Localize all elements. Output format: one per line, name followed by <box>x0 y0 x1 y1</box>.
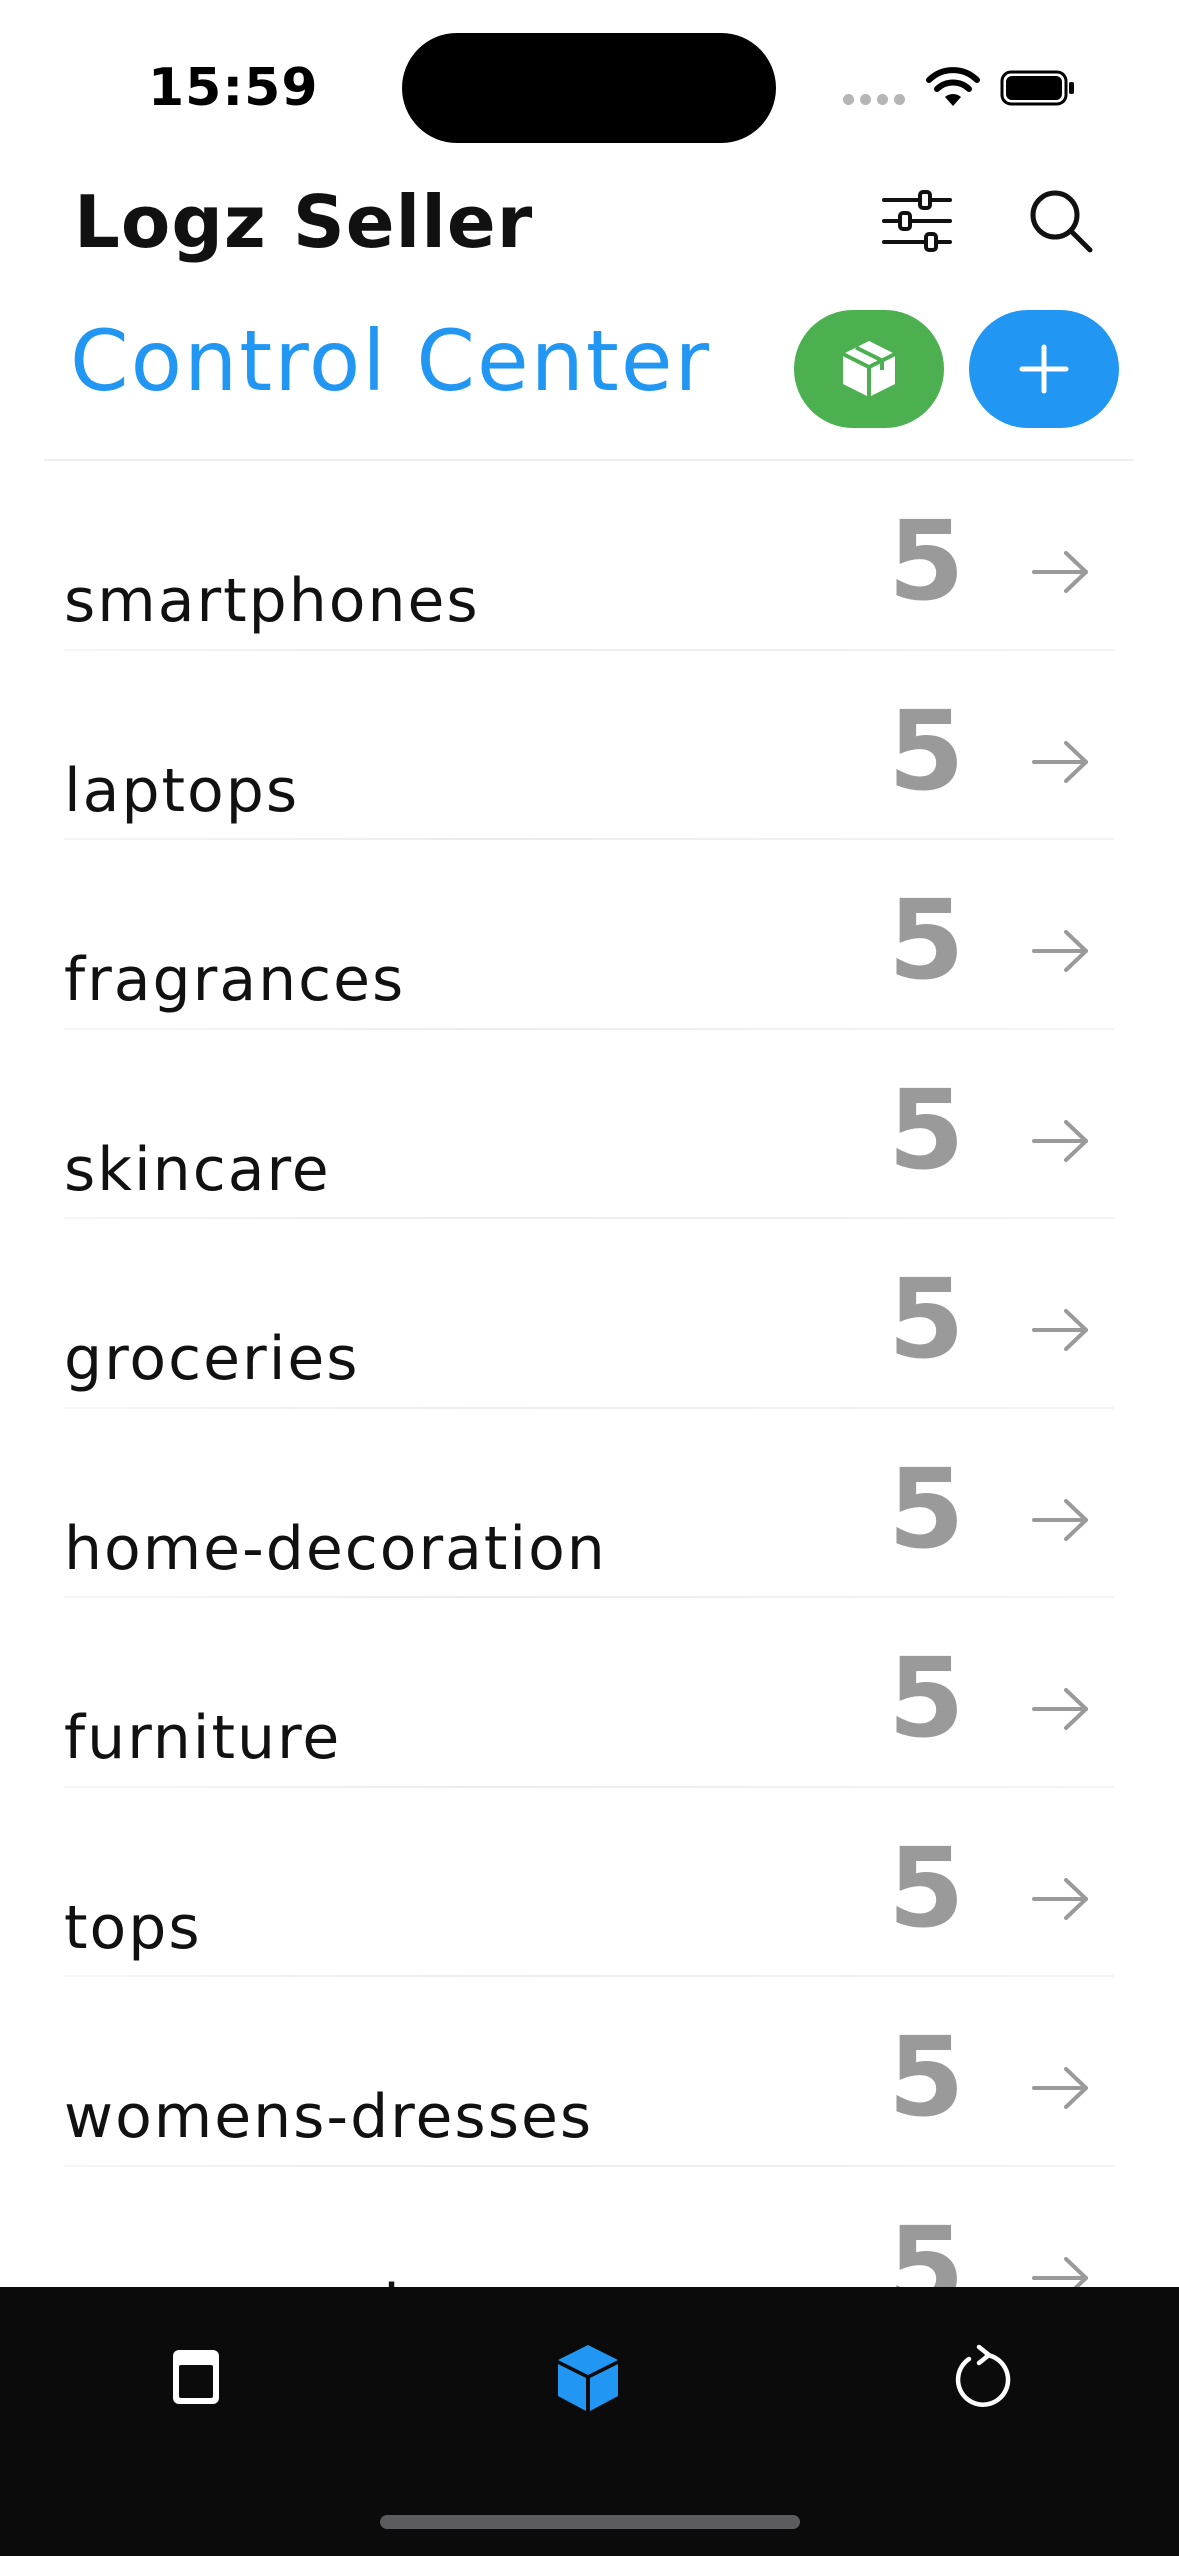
refresh-icon <box>955 2344 1011 2407</box>
tab-products[interactable] <box>548 2337 628 2417</box>
tab-catalog[interactable] <box>156 2337 236 2417</box>
category-list: smartphones 5 laptops 5 fragrances 5 ski… <box>0 461 1179 2287</box>
category-count: 5 <box>888 1823 965 1952</box>
package-icon <box>842 341 896 397</box>
arrow-right-icon <box>1032 1309 1088 1351</box>
tab-history[interactable] <box>941 2337 1021 2417</box>
category-row-laptops[interactable]: laptops 5 <box>0 651 1179 840</box>
category-count: 5 <box>888 1255 965 1383</box>
arrow-right-icon <box>1032 551 1088 593</box>
plus-icon <box>1019 344 1069 394</box>
arrow-right-icon <box>1032 1877 1088 1920</box>
category-row-home-decoration[interactable]: home-decoration 5 <box>0 1409 1179 1598</box>
category-count: 5 <box>888 686 965 815</box>
arrow-right-icon <box>1032 2067 1088 2109</box>
add-button[interactable] <box>969 310 1119 428</box>
category-row-womens-shoes[interactable]: womens-shoes 5 <box>0 2167 1179 2288</box>
arrow-right-icon <box>1032 740 1088 783</box>
category-name: womens-dresses <box>64 2082 594 2152</box>
category-name: home-decoration <box>64 1513 607 1584</box>
arrow-right-icon <box>1032 1688 1088 1730</box>
category-row-groceries[interactable]: groceries 5 <box>0 1219 1179 1409</box>
products-button[interactable] <box>794 310 944 428</box>
cube-icon <box>558 2345 618 2411</box>
category-count: 5 <box>888 1065 965 1194</box>
arrow-right-icon <box>1032 930 1088 972</box>
category-name: groceries <box>64 1324 360 1394</box>
category-count: 5 <box>888 2013 965 2141</box>
sliders-icon <box>882 190 952 252</box>
category-row-womens-dresses[interactable]: womens-dresses 5 <box>0 1977 1179 2167</box>
category-count: 5 <box>888 876 965 1004</box>
category-row-skincare[interactable]: skincare 5 <box>0 1030 1179 1219</box>
wifi-icon <box>926 67 980 106</box>
category-count: 5 <box>888 1444 965 1573</box>
category-row-smartphones[interactable]: smartphones 5 <box>0 461 1179 651</box>
section-title: Control Center <box>70 312 712 410</box>
home-indicator <box>380 2515 800 2529</box>
filter-button[interactable] <box>880 188 954 254</box>
search-icon <box>1030 190 1093 253</box>
category-name: womens-shoes <box>64 2272 534 2288</box>
app-title: Logz Seller <box>74 180 534 264</box>
category-name: tops <box>64 1892 202 1963</box>
status-bar: 15:59 <box>0 0 1179 160</box>
category-row-furniture[interactable]: furniture 5 <box>0 1598 1179 1788</box>
category-row-fragrances[interactable]: fragrances 5 <box>0 840 1179 1030</box>
category-name: fragrances <box>64 945 406 1015</box>
category-count: 5 <box>888 1634 965 1762</box>
status-time: 15:59 <box>148 58 319 118</box>
arrow-right-icon <box>1032 1498 1088 1541</box>
category-name: smartphones <box>64 566 480 636</box>
category-count: 5 <box>888 497 965 625</box>
cellular-signal-icon <box>843 94 905 105</box>
category-name: furniture <box>64 1703 342 1773</box>
arrow-right-icon <box>1032 1119 1088 1162</box>
category-count: 5 <box>888 2202 965 2288</box>
arrow-right-icon <box>1032 2256 1088 2287</box>
dynamic-island <box>402 33 776 143</box>
category-name: skincare <box>64 1134 331 1205</box>
search-button[interactable] <box>1026 186 1096 256</box>
category-row-tops[interactable]: tops 5 <box>0 1788 1179 1977</box>
battery-icon <box>1000 70 1074 106</box>
category-name: laptops <box>64 755 300 826</box>
book-icon <box>173 2350 219 2404</box>
